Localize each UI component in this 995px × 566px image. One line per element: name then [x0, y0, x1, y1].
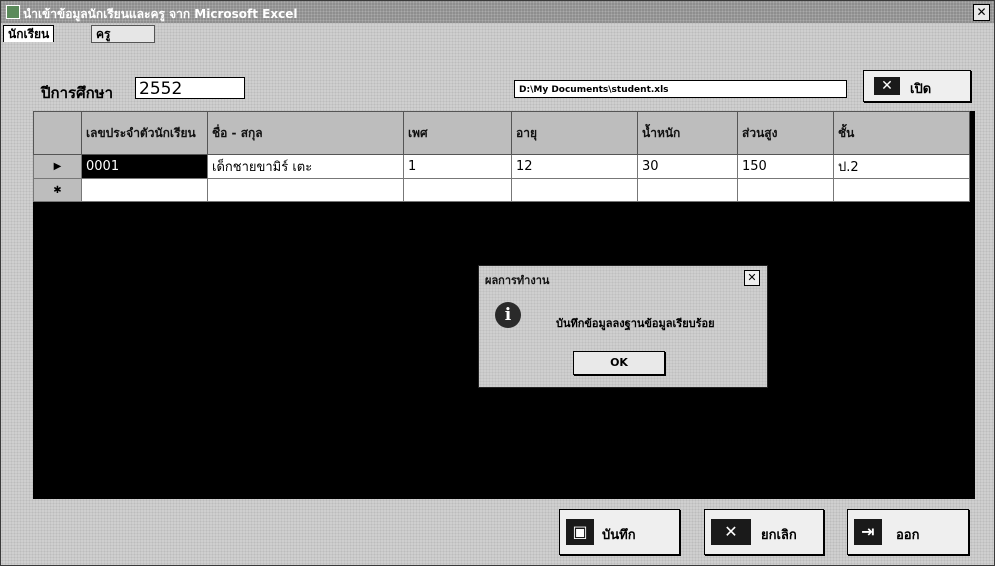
app-icon — [6, 5, 20, 19]
grid-table: เลขประจำตัวนักเรียน ชื่อ - สกุล เพศ อายุ… — [33, 111, 970, 202]
table-row[interactable]: ▶ 0001 เด็กชายขามิร์ เตะ 1 12 30 150 ป.2 — [33, 154, 970, 179]
cell-student-id[interactable]: 0001 — [81, 154, 208, 179]
column-header-name[interactable]: ชื่อ - สกุล — [207, 111, 404, 155]
cell-name[interactable]: เด็กชายขามิร์ เตะ — [207, 154, 404, 179]
title-bar[interactable]: นำเข้าข้อมูลนักเรียนและครู จาก Microsoft… — [1, 1, 994, 23]
exit-button-label: ออก — [896, 528, 920, 543]
academic-year-input[interactable]: 2552 — [135, 77, 245, 99]
dialog-close-button[interactable]: ✕ — [744, 270, 760, 286]
cell-height[interactable]: 150 — [737, 154, 834, 179]
column-header-height[interactable]: ส่วนสูง — [737, 111, 834, 155]
tab-teachers[interactable]: ครู — [91, 25, 155, 43]
cancel-icon: ✕ — [711, 519, 751, 545]
exit-icon: ⇥ — [854, 519, 882, 545]
cell-age[interactable]: 12 — [511, 154, 638, 179]
main-window: นำเข้าข้อมูลนักเรียนและครู จาก Microsoft… — [0, 0, 995, 566]
cell-name-new[interactable] — [207, 178, 404, 202]
new-row[interactable]: ✱ — [33, 178, 970, 202]
ok-button[interactable]: OK — [573, 351, 665, 375]
tab-students[interactable]: นักเรียน — [3, 25, 55, 42]
cell-height-new[interactable] — [737, 178, 834, 202]
row-indicator-current[interactable]: ▶ — [33, 154, 82, 179]
cell-weight-new[interactable] — [637, 178, 738, 202]
dialog-title: ผลการทำงาน — [485, 274, 550, 287]
grid-corner-cell — [33, 111, 82, 155]
column-header-gender[interactable]: เพศ — [403, 111, 512, 155]
cell-age-new[interactable] — [511, 178, 638, 202]
column-header-weight[interactable]: น้ำหนัก — [637, 111, 738, 155]
info-icon: i — [495, 302, 521, 328]
row-indicator-new[interactable]: ✱ — [33, 178, 82, 202]
cell-weight[interactable]: 30 — [637, 154, 738, 179]
column-header-age[interactable]: อายุ — [511, 111, 638, 155]
cancel-button-label: ยกเลิก — [761, 528, 797, 543]
dialog-message: บันทึกข้อมูลลงฐานข้อมูลเรียบร้อย — [556, 317, 715, 330]
save-button-label: บันทึก — [602, 528, 636, 543]
cell-grade[interactable]: ป.2 — [833, 154, 970, 179]
column-header-grade[interactable]: ชั้น — [833, 111, 970, 155]
cell-gender-new[interactable] — [403, 178, 512, 202]
excel-icon: ✕ — [874, 77, 900, 95]
window-title: นำเข้าข้อมูลนักเรียนและครู จาก Microsoft… — [23, 7, 298, 21]
cell-student-id-new[interactable] — [81, 178, 208, 202]
file-path-field[interactable]: D:\My Documents\student.xls — [514, 80, 847, 98]
window-close-button[interactable]: ✕ — [973, 4, 990, 21]
grid-header-row: เลขประจำตัวนักเรียน ชื่อ - สกุล เพศ อายุ… — [33, 111, 970, 155]
cell-gender[interactable]: 1 — [403, 154, 512, 179]
exit-button[interactable]: ⇥ ออก — [847, 509, 969, 555]
save-button[interactable]: ▣ บันทึก — [559, 509, 680, 555]
save-icon: ▣ — [566, 519, 594, 545]
result-dialog: ผลการทำงาน ✕ i บันทึกข้อมูลลงฐานข้อมูลเร… — [478, 265, 768, 388]
open-file-button[interactable]: ✕ เปิด — [863, 70, 971, 102]
open-button-label: เปิด — [910, 82, 932, 97]
cancel-button[interactable]: ✕ ยกเลิก — [704, 509, 824, 555]
column-header-student-id[interactable]: เลขประจำตัวนักเรียน — [81, 111, 208, 155]
academic-year-label: ปีการศึกษา — [41, 84, 113, 102]
cell-grade-new[interactable] — [833, 178, 970, 202]
